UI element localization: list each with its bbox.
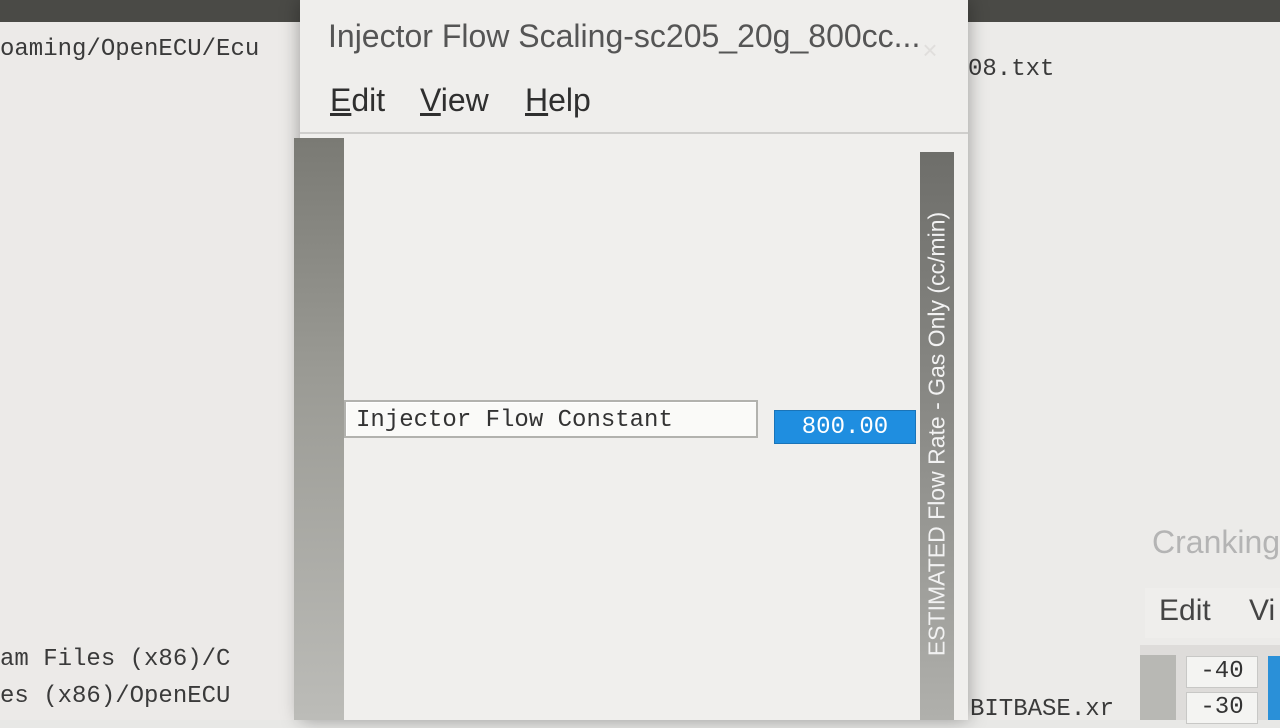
second-window-selected-cell[interactable] (1268, 656, 1280, 720)
background-filename-text: 08.txt (968, 56, 1055, 83)
injector-flow-scaling-window: Injector Flow Scaling-sc205_20g_800cc...… (294, 0, 968, 720)
second-window-menu-view[interactable]: Vi (1249, 594, 1275, 628)
parameter-label: Injector Flow Constant (344, 400, 758, 438)
parameter-value-cell[interactable]: 800.00 (774, 410, 916, 444)
table-editor-area: ESTIMATED Flow Rate - Gas Only (cc/min) … (294, 134, 968, 720)
second-window-menubar: Edit Vi (1145, 588, 1280, 638)
menu-label-rest: elp (548, 82, 591, 118)
second-window-menu-edit[interactable]: Edit (1159, 594, 1211, 628)
window-title: Injector Flow Scaling-sc205_20g_800cc... (328, 18, 921, 54)
table-cell[interactable]: -30 (1186, 692, 1258, 724)
background-path-text: es (x86)/OpenECU (0, 683, 231, 710)
menu-label-rest: dit (351, 82, 386, 118)
menu-help[interactable]: Help (525, 82, 591, 119)
menu-mnemonic: V (420, 82, 441, 118)
menu-view[interactable]: View (420, 82, 489, 119)
background-path-text: am Files (x86)/C (0, 646, 231, 673)
menu-edit[interactable]: Edit (330, 82, 385, 119)
menu-bar: Edit View Help (300, 76, 968, 134)
second-window-table: -40 -30 (1186, 656, 1258, 728)
background-filename-text: BITBASE.xr (970, 696, 1115, 723)
row-axis-bar (294, 138, 344, 720)
axis-label: ESTIMATED Flow Rate - Gas Only (cc/min) (923, 211, 950, 657)
second-window-title[interactable]: Cranking (1152, 524, 1280, 561)
menu-label-rest: iew (440, 82, 489, 118)
background-text-window-left (0, 22, 310, 720)
background-path-text: oaming/OpenECU/Ecu (0, 36, 260, 63)
window-titlebar[interactable]: Injector Flow Scaling-sc205_20g_800cc...… (300, 0, 968, 76)
table-cell[interactable]: -40 (1186, 656, 1258, 688)
close-icon[interactable]: × (912, 32, 948, 68)
second-window-axis-bar (1140, 655, 1176, 720)
menu-mnemonic: E (330, 82, 352, 118)
menu-mnemonic: H (525, 82, 549, 118)
